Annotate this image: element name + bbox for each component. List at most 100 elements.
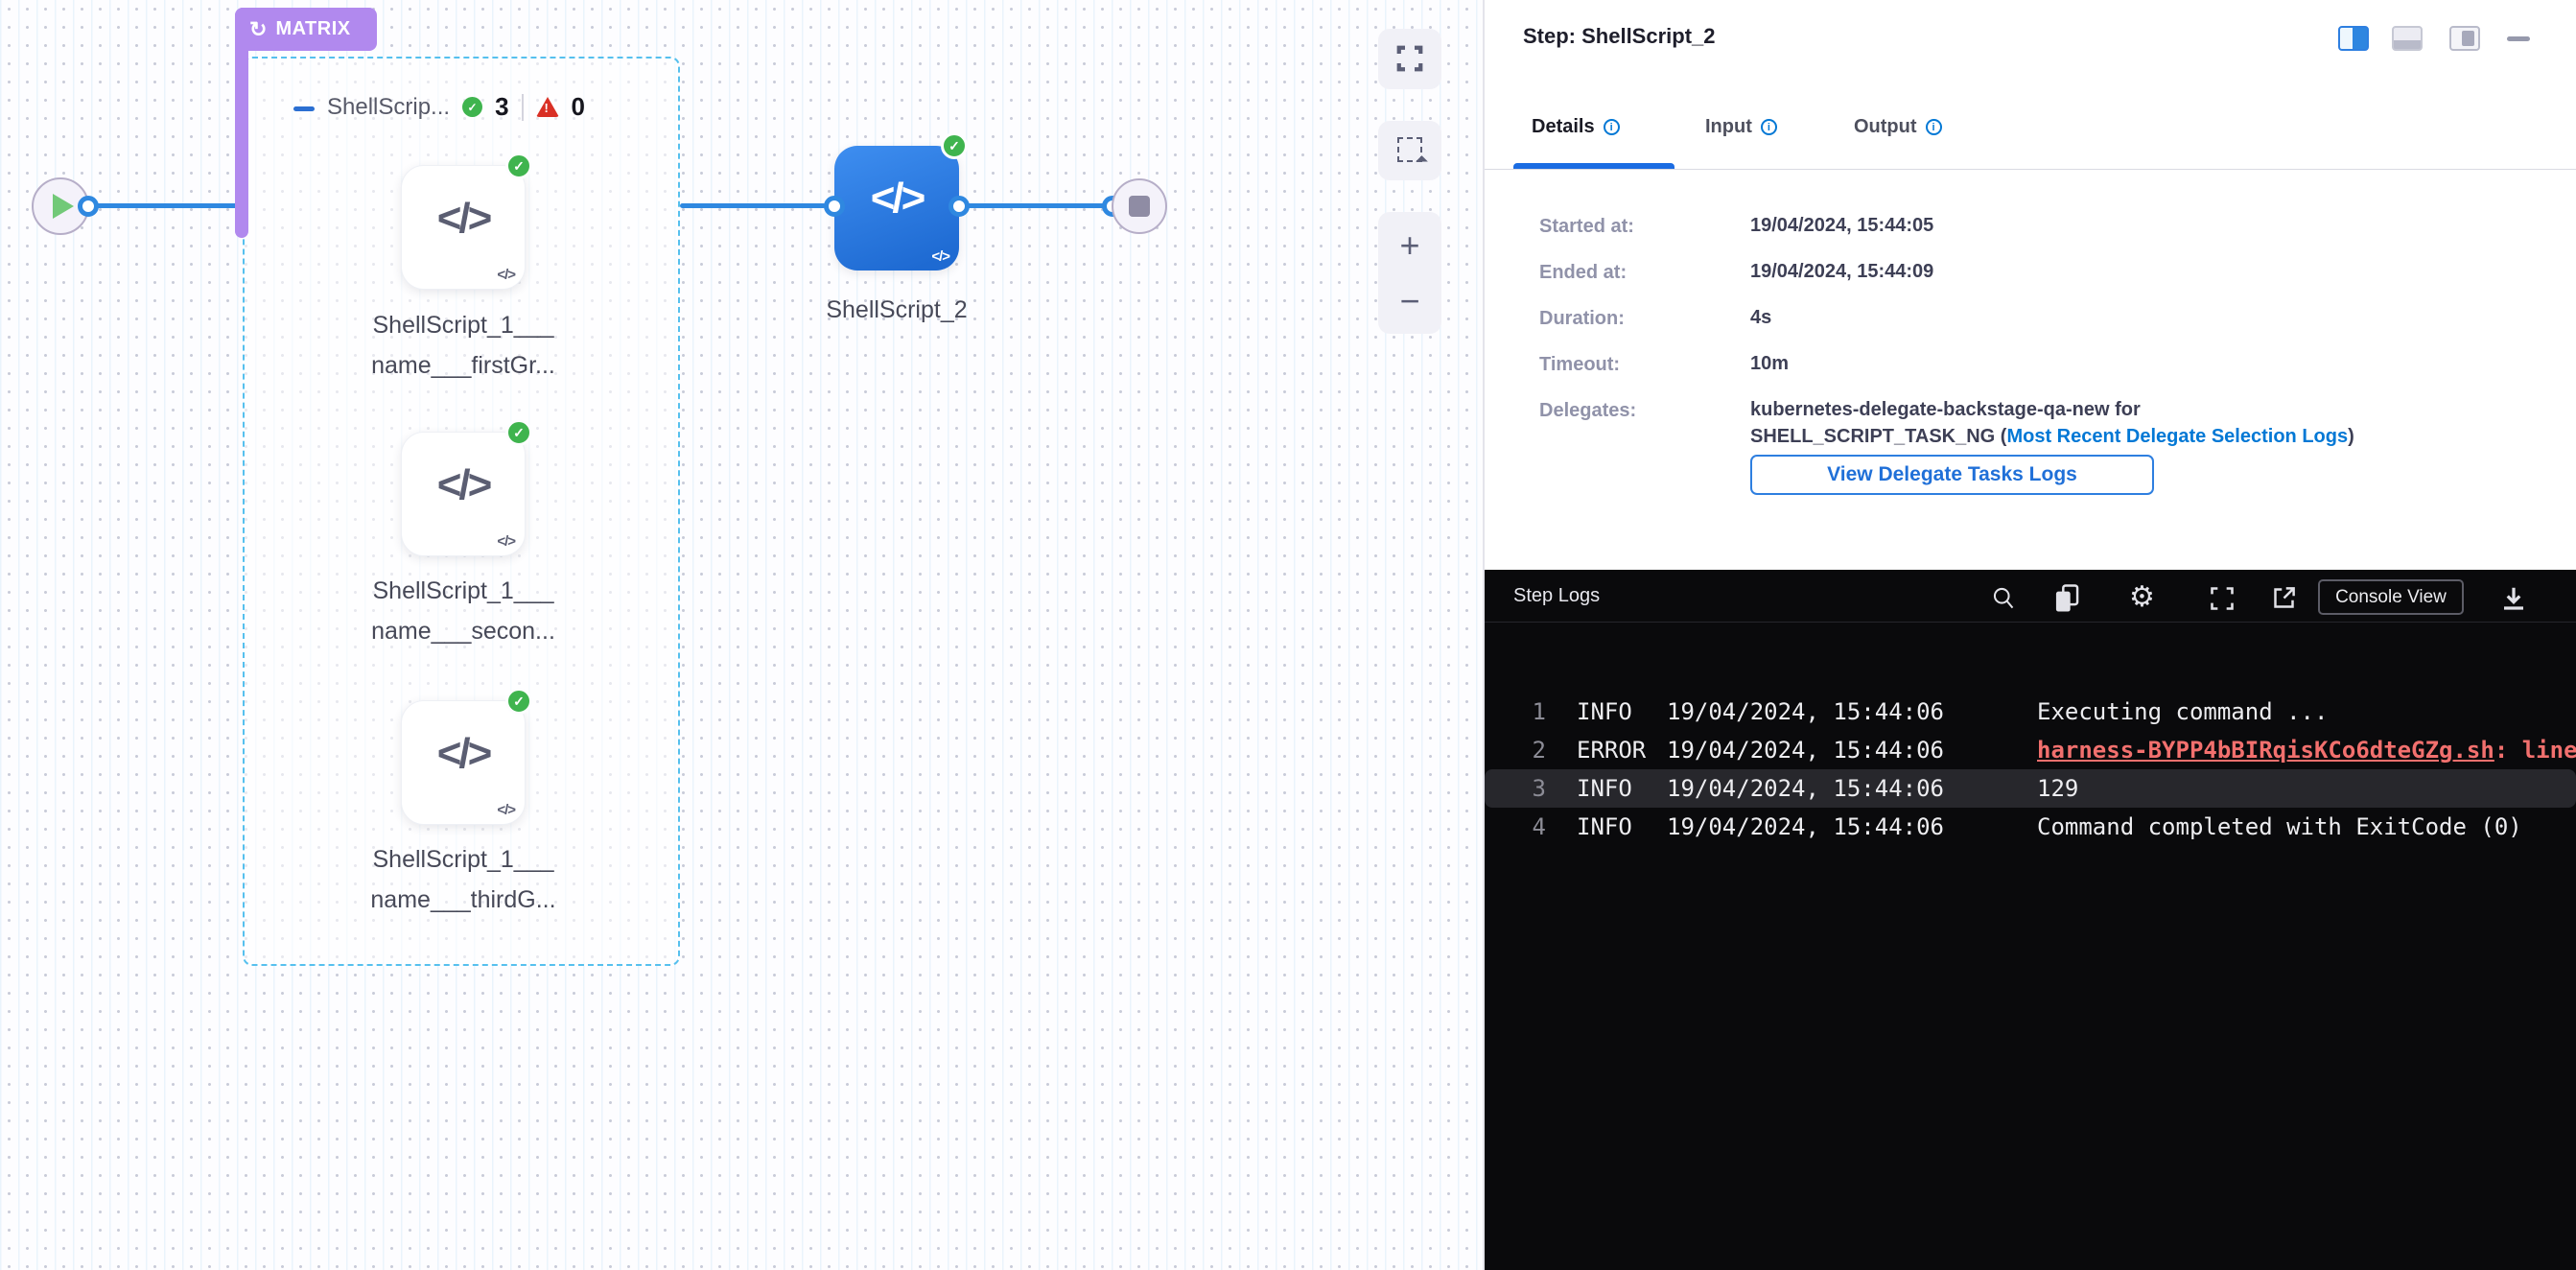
- log-level: INFO: [1577, 693, 1632, 731]
- log-line-2[interactable]: 2 ERROR 19/04/2024, 15:44:06 harness-BYP…: [1485, 731, 2576, 769]
- play-icon: [53, 194, 74, 219]
- detail-value: 10m: [1750, 353, 1789, 375]
- selected-step-node[interactable]: [834, 146, 959, 270]
- fullscreen-icon[interactable]: [2209, 585, 2236, 612]
- step-label: ShellScript_1___ name___firstGr...: [329, 305, 597, 386]
- zoom-out-button[interactable]: −: [1378, 273, 1441, 329]
- zoom-in-button[interactable]: +: [1378, 218, 1441, 273]
- step-label-line1: ShellScript_1___: [329, 305, 597, 345]
- matrix-step-node-2[interactable]: [401, 432, 526, 556]
- delegates-task-name: SHELL_SCRIPT_TASK_NG (: [1750, 426, 2006, 447]
- step-label: ShellScript_1___ name___secon...: [329, 571, 597, 651]
- marquee-select-button[interactable]: [1378, 121, 1441, 180]
- code-icon: [402, 730, 525, 778]
- step-label-line2: name___firstGr...: [329, 345, 597, 386]
- matrix-step-node-3[interactable]: [401, 700, 526, 825]
- matrix-step-node-1[interactable]: [401, 165, 526, 290]
- info-icon[interactable]: [1761, 119, 1777, 135]
- detail-label: Delegates:: [1539, 400, 1636, 422]
- pipeline-execution-view: MATRIX ShellScrip... 3 0 ShellScript_1__…: [0, 0, 2576, 1270]
- detail-label: Timeout:: [1539, 354, 1620, 376]
- log-error-script-link[interactable]: harness-BYPP4bBIRqisKCo6dteGZg.sh: [2037, 737, 2494, 764]
- count-divider: [522, 94, 524, 121]
- start-node-port[interactable]: [78, 196, 99, 217]
- detail-label: Ended at:: [1539, 262, 1627, 284]
- step-label-line1: ShellScript_2: [762, 290, 1031, 330]
- success-badge: [505, 688, 532, 715]
- log-message: Command completed with ExitCode (0): [2037, 808, 2522, 846]
- log-level: INFO: [1577, 769, 1632, 808]
- code-icon: [402, 461, 525, 509]
- code-mini-icon: [497, 802, 515, 818]
- log-line-3[interactable]: 3 INFO 19/04/2024, 15:44:06 129: [1485, 769, 2576, 808]
- log-timestamp: 19/04/2024, 15:44:06: [1667, 808, 1944, 846]
- tab-input[interactable]: Input: [1705, 116, 1777, 138]
- end-node[interactable]: [1112, 178, 1167, 234]
- edge-start-to-matrix: [86, 203, 238, 208]
- step-label-line2: name___secon...: [329, 611, 597, 651]
- step-label-line2: name___thirdG...: [329, 880, 597, 920]
- matrix-badge[interactable]: MATRIX: [235, 8, 377, 51]
- layout-bottom-view-icon[interactable]: [2392, 26, 2423, 51]
- layout-right-view-icon[interactable]: [2338, 26, 2369, 51]
- log-level: ERROR: [1577, 731, 1646, 769]
- logs-header-divider: [1485, 622, 2576, 623]
- step-out-port[interactable]: [948, 196, 970, 217]
- detail-label: Duration:: [1539, 308, 1625, 330]
- search-icon[interactable]: [1991, 585, 2017, 611]
- minimize-panel-icon[interactable]: [2507, 36, 2530, 41]
- log-line-number: 1: [1502, 693, 1546, 731]
- success-badge: [505, 419, 532, 446]
- info-icon[interactable]: [1604, 119, 1620, 135]
- fit-screen-icon: [1395, 44, 1424, 73]
- panel-title: Step: ShellScript_2: [1523, 24, 1716, 49]
- warning-triangle-icon: [536, 97, 559, 117]
- log-message: harness-BYPP4bBIRqisKCo6dteGZg.sh: line: [2037, 731, 2576, 769]
- code-mini-icon: [497, 267, 515, 283]
- tabs-divider: [1485, 169, 2576, 170]
- matrix-failure-count: 0: [572, 92, 585, 122]
- success-badge: [505, 153, 532, 179]
- edge-step-to-end: [967, 203, 1106, 208]
- selected-step-label: ShellScript_2: [762, 290, 1031, 330]
- delegates-suffix: ): [2348, 426, 2354, 447]
- delegate-selection-logs-link[interactable]: Most Recent Delegate Selection Logs: [2006, 426, 2348, 447]
- settings-gear-icon[interactable]: [2129, 580, 2155, 614]
- collapse-icon[interactable]: [293, 106, 315, 111]
- download-icon[interactable]: [2499, 584, 2528, 613]
- log-timestamp: 19/04/2024, 15:44:06: [1667, 731, 1944, 769]
- step-label-line1: ShellScript_1___: [329, 839, 597, 880]
- matrix-success-count: 3: [495, 92, 508, 122]
- marquee-select-icon: [1397, 137, 1422, 162]
- code-icon: [834, 175, 959, 223]
- detail-label: Started at:: [1539, 216, 1634, 238]
- delegates-value-line2: SHELL_SCRIPT_TASK_NG (Most Recent Delega…: [1750, 426, 2354, 448]
- pipeline-canvas[interactable]: MATRIX ShellScrip... 3 0 ShellScript_1__…: [0, 0, 1483, 1270]
- log-error-text: : line: [2494, 737, 2576, 764]
- log-timestamp: 19/04/2024, 15:44:06: [1667, 769, 1944, 808]
- matrix-group-title: ShellScrip...: [327, 94, 450, 121]
- matrix-badge-label: MATRIX: [275, 18, 350, 40]
- step-in-port[interactable]: [824, 196, 845, 217]
- fit-to-screen-button[interactable]: [1378, 29, 1441, 89]
- log-timestamp: 19/04/2024, 15:44:06: [1667, 693, 1944, 731]
- log-message: Executing command ...: [2037, 693, 2328, 731]
- open-in-new-icon[interactable]: [2271, 585, 2297, 611]
- copy-icon[interactable]: [2052, 583, 2081, 614]
- console-view-button[interactable]: Console View: [2318, 579, 2464, 615]
- log-line-4[interactable]: 4 INFO 19/04/2024, 15:44:06 Command comp…: [1485, 808, 2576, 846]
- info-icon[interactable]: [1926, 119, 1942, 135]
- tab-output-label: Output: [1854, 116, 1917, 138]
- log-level: INFO: [1577, 808, 1632, 846]
- step-details-panel: Step: ShellScript_2 Details Input Output…: [1485, 0, 2576, 1270]
- log-line-1[interactable]: 1 INFO 19/04/2024, 15:44:06 Executing co…: [1485, 693, 2576, 731]
- step-logs-title: Step Logs: [1513, 585, 1600, 607]
- code-mini-icon: [931, 248, 949, 265]
- matrix-group-header: ShellScrip... 3 0: [293, 92, 585, 122]
- tab-output[interactable]: Output: [1854, 116, 1942, 138]
- detail-value: 4s: [1750, 307, 1771, 329]
- layout-minimized-view-icon[interactable]: [2449, 26, 2480, 51]
- zoom-controls: + −: [1378, 212, 1441, 334]
- tab-details[interactable]: Details: [1532, 116, 1620, 138]
- view-delegate-tasks-logs-button[interactable]: View Delegate Tasks Logs: [1750, 455, 2154, 495]
